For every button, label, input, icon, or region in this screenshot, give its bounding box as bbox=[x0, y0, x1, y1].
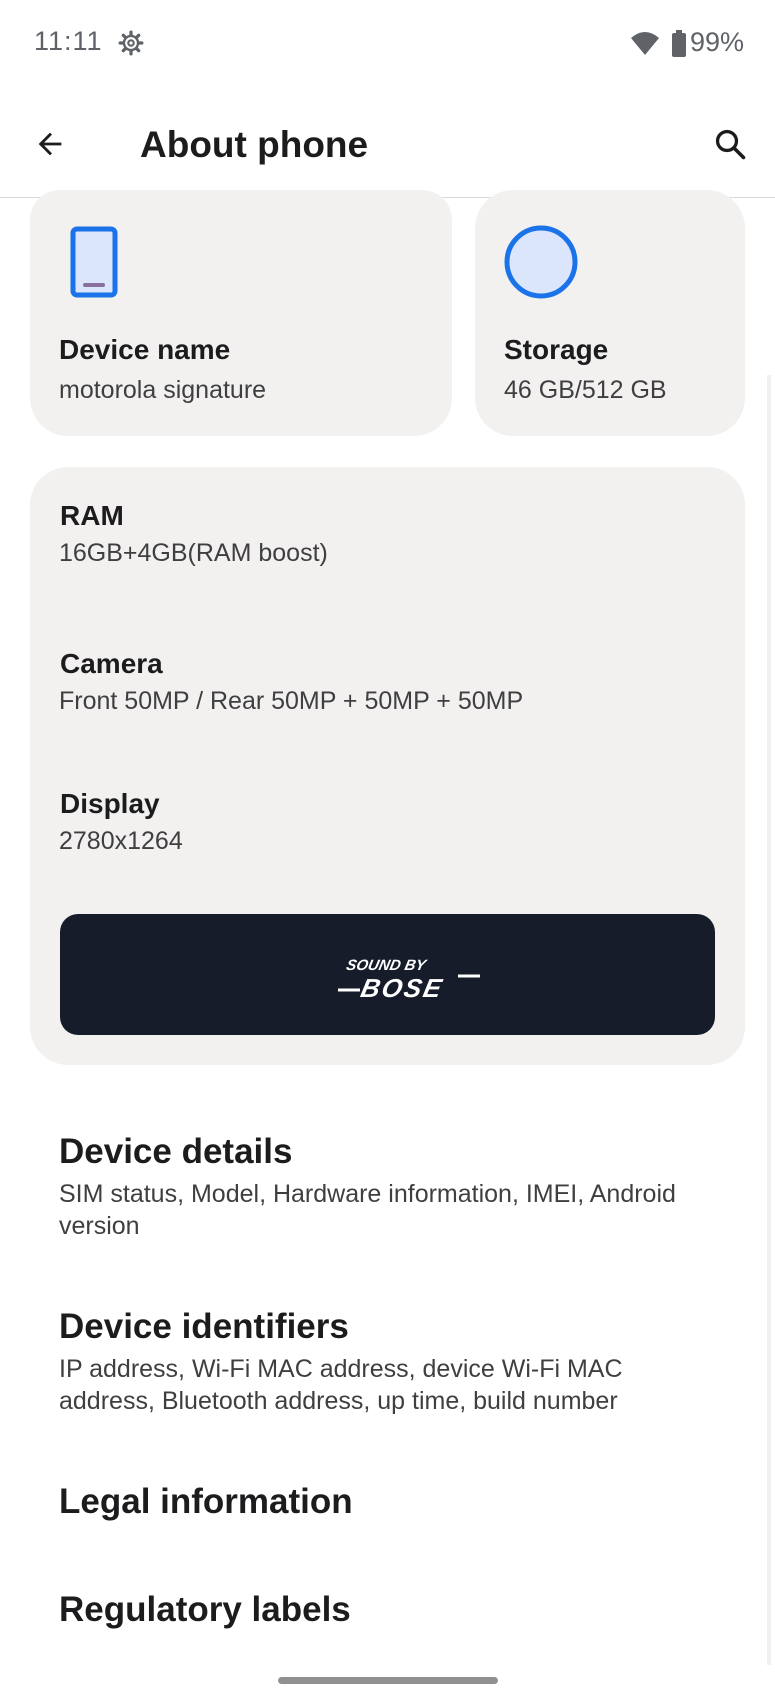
bose-logo-line2: BOSE bbox=[358, 973, 446, 1003]
camera-title: Camera bbox=[60, 648, 163, 679]
storage-ring-icon bbox=[504, 225, 578, 299]
home-indicator[interactable] bbox=[278, 1677, 498, 1684]
display-title: Display bbox=[60, 788, 160, 819]
list-item-regulatory-labels[interactable]: Regulatory labels bbox=[0, 1578, 775, 1668]
specs-card: RAM 16GB+4GB(RAM boost) Camera Front 50M… bbox=[30, 467, 745, 1065]
app-bar: About phone bbox=[0, 90, 775, 198]
device-identifiers-title: Device identifiers bbox=[59, 1307, 349, 1346]
sound-by-bose-banner[interactable]: SOUND BY BOSE bbox=[60, 914, 715, 1035]
status-time: 11:11 bbox=[34, 26, 103, 56]
list-item-device-details[interactable]: Device details SIM status, Model, Hardwa… bbox=[0, 1120, 775, 1260]
phone-icon bbox=[70, 226, 118, 298]
status-bar: 11:11 99% bbox=[0, 0, 775, 90]
legal-information-title: Legal information bbox=[59, 1482, 353, 1521]
bose-logo-line1: SOUND BY bbox=[345, 957, 430, 974]
ram-title: RAM bbox=[60, 500, 124, 531]
device-name-value: motorola signature bbox=[59, 376, 267, 404]
storage-value: 46 GB/512 GB bbox=[504, 376, 667, 404]
wifi-icon bbox=[631, 32, 659, 55]
gear-icon bbox=[118, 30, 144, 56]
list-item-legal-information[interactable]: Legal information bbox=[0, 1470, 775, 1560]
bose-logo: SOUND BY BOSE bbox=[338, 957, 480, 1003]
battery-percent: 99% bbox=[690, 27, 745, 57]
regulatory-labels-title: Regulatory labels bbox=[59, 1590, 351, 1629]
page-title: About phone bbox=[140, 124, 369, 165]
search-icon bbox=[715, 129, 746, 160]
back-button[interactable] bbox=[20, 114, 80, 174]
device-name-title: Device name bbox=[59, 334, 231, 365]
device-identifiers-subtitle: IP address, Wi-Fi MAC address, device Wi… bbox=[59, 1355, 623, 1415]
device-details-title: Device details bbox=[59, 1132, 293, 1171]
battery-icon bbox=[672, 30, 686, 57]
scrollbar[interactable] bbox=[767, 375, 771, 1665]
search-button[interactable] bbox=[700, 114, 760, 174]
storage-card[interactable]: Storage 46 GB/512 GB bbox=[475, 190, 745, 436]
ram-value: 16GB+4GB(RAM boost) bbox=[59, 539, 328, 567]
device-details-subtitle: SIM status, Model, Hardware information,… bbox=[59, 1180, 676, 1240]
camera-value: Front 50MP / Rear 50MP + 50MP + 50MP bbox=[59, 687, 524, 715]
display-value: 2780x1264 bbox=[59, 827, 183, 855]
device-name-card[interactable]: Device name motorola signature bbox=[30, 190, 452, 436]
list-item-device-identifiers[interactable]: Device identifiers IP address, Wi-Fi MAC… bbox=[0, 1295, 775, 1435]
arrow-back-icon bbox=[38, 132, 62, 156]
storage-title: Storage bbox=[504, 334, 609, 365]
